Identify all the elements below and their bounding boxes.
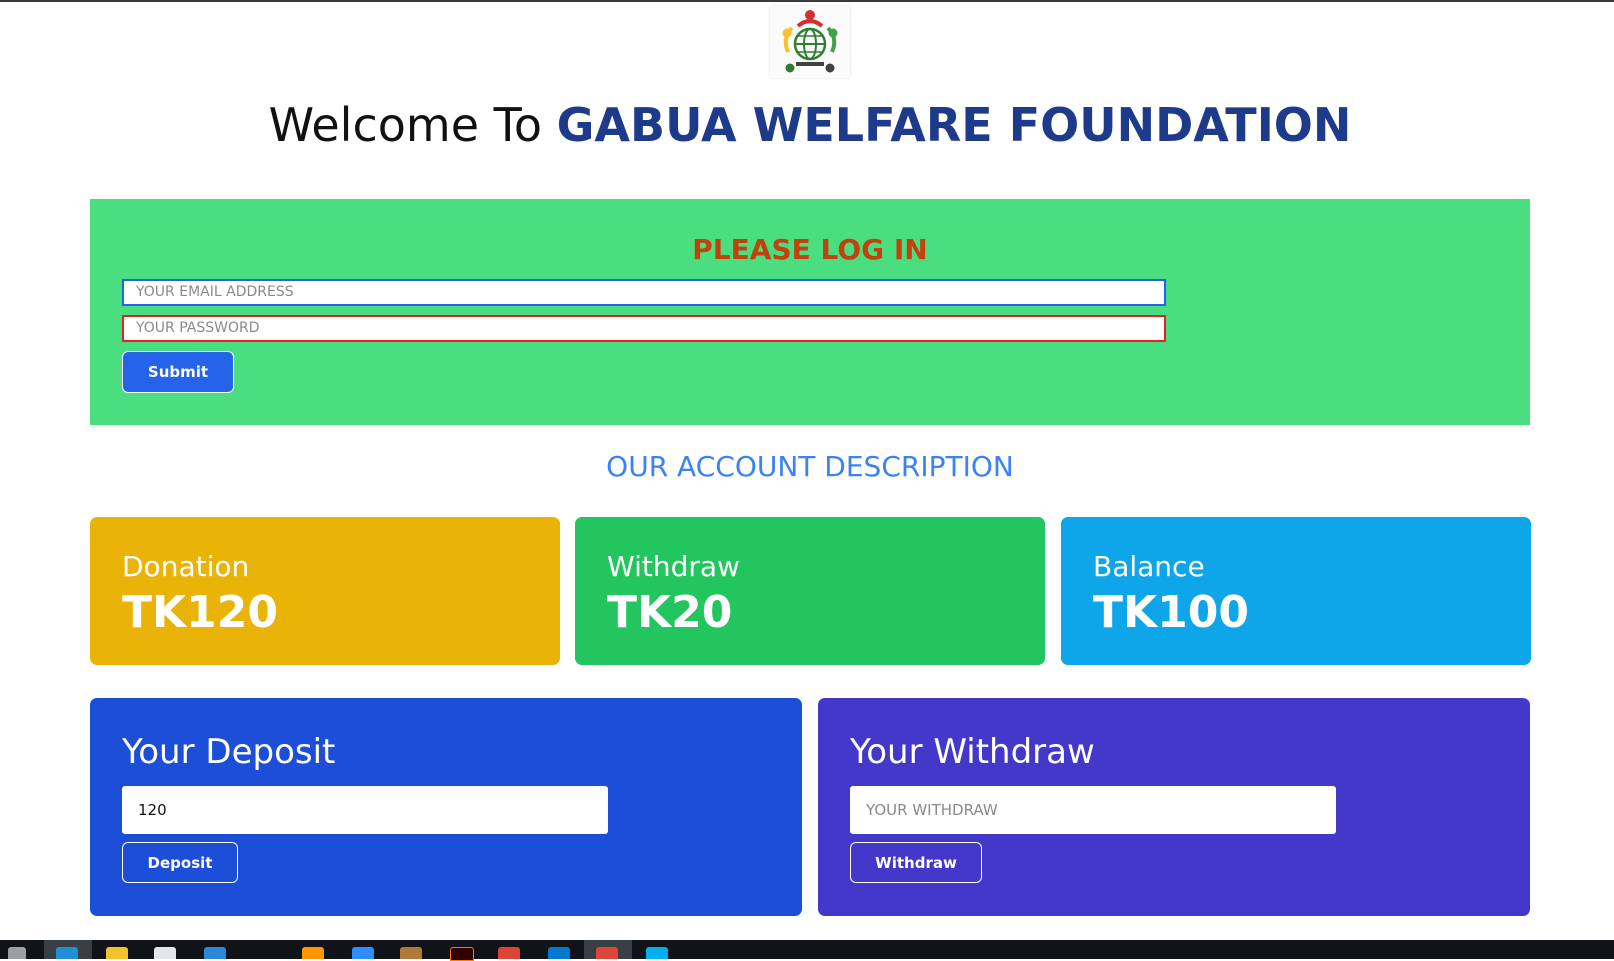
deposit-title: Your Deposit bbox=[122, 732, 336, 772]
withdraw-panel: Your Withdraw Withdraw bbox=[818, 698, 1530, 916]
withdraw-input[interactable] bbox=[850, 786, 1336, 834]
firefox-icon[interactable] bbox=[302, 947, 324, 959]
zoom-icon[interactable] bbox=[352, 947, 374, 959]
welcome-prefix: Welcome To bbox=[268, 98, 557, 152]
taskbar bbox=[0, 940, 1614, 961]
withdraw-title: Your Withdraw bbox=[850, 732, 1095, 772]
withdraw-label: Withdraw bbox=[607, 550, 740, 583]
deposit-panel: Your Deposit Deposit bbox=[90, 698, 802, 916]
skype-icon[interactable] bbox=[646, 947, 668, 959]
donation-card: Donation TK120 bbox=[90, 517, 560, 665]
brand-name: GABUA WELFARE FOUNDATION bbox=[556, 98, 1352, 152]
balance-label: Balance bbox=[1093, 550, 1205, 583]
login-title: PLEASE LOG IN bbox=[692, 233, 928, 266]
donation-value: TK120 bbox=[122, 587, 278, 638]
deposit-button[interactable]: Deposit bbox=[122, 842, 238, 883]
edge-icon[interactable] bbox=[56, 947, 78, 959]
password-input[interactable] bbox=[122, 315, 1166, 342]
vscode-icon[interactable] bbox=[548, 947, 570, 959]
submit-button[interactable]: Submit bbox=[122, 351, 234, 393]
account-section-title: OUR ACCOUNT DESCRIPTION bbox=[606, 450, 1014, 483]
foundation-logo bbox=[770, 6, 850, 78]
chrome-icon[interactable] bbox=[596, 947, 618, 959]
email-input[interactable] bbox=[122, 279, 1166, 306]
start-icon[interactable] bbox=[8, 947, 26, 959]
chrome-icon[interactable] bbox=[498, 947, 520, 959]
top-border bbox=[0, 0, 1614, 2]
donation-label: Donation bbox=[122, 550, 250, 583]
file-explorer-icon[interactable] bbox=[106, 947, 128, 959]
deposit-input[interactable] bbox=[122, 786, 608, 834]
mail-icon[interactable] bbox=[204, 947, 226, 959]
page-title: Welcome To GABUA WELFARE FOUNDATION bbox=[0, 98, 1614, 152]
withdraw-card: Withdraw TK20 bbox=[575, 517, 1045, 665]
balance-card: Balance TK100 bbox=[1061, 517, 1531, 665]
app-icon[interactable] bbox=[400, 947, 422, 959]
withdraw-button[interactable]: Withdraw bbox=[850, 842, 982, 883]
store-icon[interactable] bbox=[154, 947, 176, 959]
login-panel: PLEASE LOG IN Submit bbox=[90, 199, 1530, 425]
balance-value: TK100 bbox=[1093, 587, 1249, 638]
withdraw-value: TK20 bbox=[607, 587, 733, 638]
